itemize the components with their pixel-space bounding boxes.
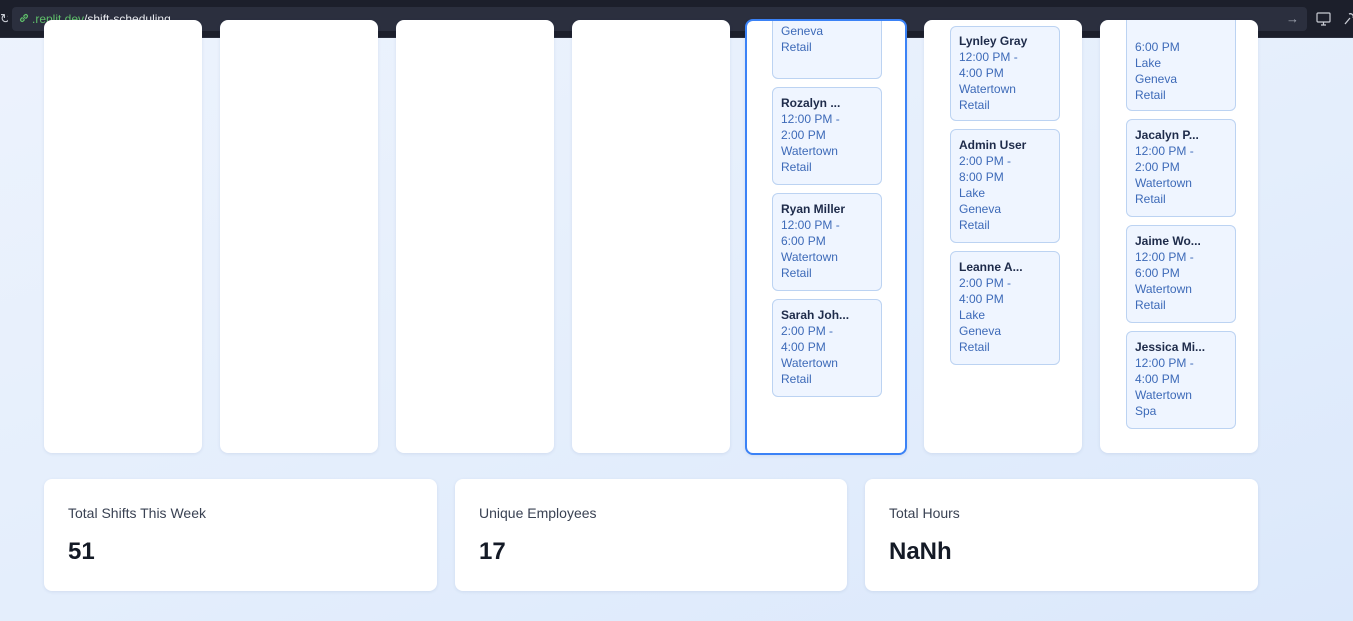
shift-location: Watertown	[959, 82, 1016, 96]
stat-value: 17	[479, 538, 506, 565]
shift-card[interactable]: Jacalyn P... 12:00 PM - 2:00 PM Watertow…	[1126, 119, 1236, 217]
shift-department: Retail	[781, 40, 812, 54]
employee-name: Jessica Mi...	[1135, 340, 1206, 354]
shift-card[interactable]: Sarah Joh... 2:00 PM - 4:00 PM Watertown…	[772, 299, 882, 397]
reload-icon[interactable]: ↻	[0, 11, 8, 27]
shift-department: Retail	[959, 340, 990, 354]
shift-card[interactable]: Lynley Gray 12:00 PM - 4:00 PM Watertown…	[950, 26, 1060, 121]
shift-department: Retail	[781, 160, 812, 174]
stat-label: Total Hours	[889, 505, 960, 521]
shift-start: 2:00 PM -	[959, 154, 1012, 168]
shift-location: Watertown	[781, 250, 838, 264]
stat-label: Unique Employees	[479, 505, 597, 521]
shift-card[interactable]: Ryan Miller 12:00 PM - 6:00 PM Watertown…	[772, 193, 882, 291]
shift-location: Watertown	[1135, 176, 1192, 190]
shift-card[interactable]: Admin User 2:00 PM - 8:00 PM Lake Geneva…	[950, 129, 1060, 243]
shift-start: 2:00 PM -	[781, 324, 834, 338]
day-column-6: Lynley Gray 12:00 PM - 4:00 PM Watertown…	[924, 20, 1082, 453]
shift-location: Watertown	[781, 144, 838, 158]
shift-end: 6:00 PM	[1135, 266, 1180, 280]
employee-name: Lynley Gray	[959, 34, 1028, 48]
wrench-icon[interactable]	[1343, 12, 1353, 26]
shift-card[interactable]: Jessica Mi... 12:00 PM - 4:00 PM Waterto…	[1126, 331, 1236, 429]
shift-location: Watertown	[781, 356, 838, 370]
day-column-7: 6:00 PM Lake Geneva Retail Jacalyn P... …	[1100, 20, 1258, 453]
shift-location-2: Geneva	[1135, 72, 1178, 86]
shift-card[interactable]: Leanne A... 2:00 PM - 4:00 PM Lake Genev…	[950, 251, 1060, 365]
shift-location: Geneva	[781, 24, 824, 38]
employee-name: Leanne A...	[959, 260, 1023, 274]
shift-location-2: Geneva	[959, 202, 1002, 216]
shift-start: 12:00 PM -	[1135, 250, 1194, 264]
shift-location: Lake	[959, 186, 986, 200]
shift-end: 4:00 PM	[959, 66, 1004, 80]
link-icon	[19, 13, 29, 23]
employee-name: Rozalyn ...	[781, 96, 841, 110]
shift-end: 2:00 PM	[781, 128, 826, 142]
stat-card-total-hours: Total Hours NaNh	[865, 479, 1258, 591]
shift-end: 2:00 PM	[1135, 160, 1180, 174]
day-column-5-today: Geneva Retail Rozalyn ... 12:00 PM - 2:0…	[745, 19, 907, 455]
shift-card[interactable]: Jaime Wo... 12:00 PM - 6:00 PM Watertown…	[1126, 225, 1236, 323]
day-column-3	[396, 20, 554, 453]
shift-department: Retail	[1135, 88, 1166, 102]
shift-location: Watertown	[1135, 388, 1192, 402]
shift-start: 12:00 PM -	[1135, 144, 1194, 158]
employee-name: Jaime Wo...	[1135, 234, 1201, 248]
stat-value: 51	[68, 538, 95, 565]
shift-location: Watertown	[1135, 282, 1192, 296]
stat-card-unique-employees: Unique Employees 17	[455, 479, 847, 591]
shift-end: 4:00 PM	[781, 340, 826, 354]
shift-card[interactable]: 6:00 PM Lake Geneva Retail	[1126, 20, 1236, 111]
day-column-1	[44, 20, 202, 453]
shift-location: Lake	[959, 308, 986, 322]
shift-start: 12:00 PM -	[781, 112, 840, 126]
day-column-4	[572, 20, 730, 453]
shift-start: 12:00 PM -	[781, 218, 840, 232]
shift-start: 12:00 PM -	[959, 50, 1018, 64]
shift-department: Retail	[1135, 192, 1166, 206]
shift-start: 2:00 PM -	[959, 276, 1012, 290]
shift-end: 4:00 PM	[959, 292, 1004, 306]
monitor-icon[interactable]	[1316, 12, 1331, 26]
shift-location-2: Geneva	[959, 324, 1002, 338]
shift-department: Retail	[959, 98, 990, 112]
stat-label: Total Shifts This Week	[68, 505, 206, 521]
shift-department: Retail	[781, 372, 812, 386]
shift-end: 6:00 PM	[1135, 40, 1180, 54]
stat-card-total-shifts: Total Shifts This Week 51	[44, 479, 437, 591]
day-column-2	[220, 20, 378, 453]
shift-card[interactable]: Rozalyn ... 12:00 PM - 2:00 PM Watertown…	[772, 87, 882, 185]
shift-department: Retail	[1135, 298, 1166, 312]
shift-location: Lake	[1135, 56, 1162, 70]
employee-name: Sarah Joh...	[781, 308, 850, 322]
employee-name: Admin User	[959, 138, 1027, 152]
shift-department: Retail	[959, 218, 990, 232]
shift-card[interactable]: Geneva Retail	[772, 21, 882, 79]
shift-end: 4:00 PM	[1135, 372, 1180, 386]
shift-department: Spa	[1135, 404, 1157, 418]
shift-end: 8:00 PM	[959, 170, 1004, 184]
employee-name: Ryan Miller	[781, 202, 846, 216]
shift-department: Retail	[781, 266, 812, 280]
shift-end: 6:00 PM	[781, 234, 826, 248]
employee-name: Jacalyn P...	[1135, 128, 1199, 142]
arrow-right-icon[interactable]: →	[1286, 11, 1299, 26]
stat-value: NaNh	[889, 538, 952, 565]
shift-start: 12:00 PM -	[1135, 356, 1194, 370]
